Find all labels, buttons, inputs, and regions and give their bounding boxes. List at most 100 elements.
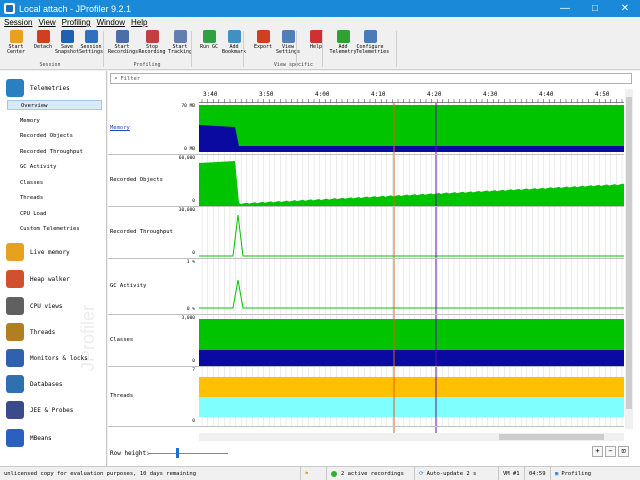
toolbar-button-label: Settings [275,49,301,55]
telemetry-row-classes[interactable]: Classes 3,000 0 [108,315,624,367]
add-telemetry-button[interactable]: Add Telemetry [329,30,357,60]
sidebar-item-cpu-load[interactable]: CPU Load [20,209,47,219]
sidebar-section-label: MBeans [30,434,52,442]
telemetry-row-label: Recorded Throughput [110,229,173,235]
filter-search-icon: ⌕ [114,75,118,82]
telemetry-row-gc-activity[interactable]: GC Activity 1 % 0 % [108,259,624,315]
telemetry-row-recorded-objects[interactable]: Recorded Objects 60,000 0 [108,155,624,207]
horizontal-scrollbar[interactable] [199,433,624,441]
telemetry-plot[interactable] [199,103,624,154]
sidebar-section-label: CPU views [30,302,63,310]
telemetry-row-memory[interactable]: Memory 70 MB 0 MB [108,103,624,155]
sidebar-item-threads[interactable]: Threads [20,193,43,203]
sidebar-item-memory[interactable]: Memory [20,116,40,126]
autoupdate-status[interactable]: ⟳ Auto-update 2 s [414,466,498,480]
row-height-slider[interactable] [148,448,228,458]
toolbar: Start Center Detach Save Snapshot Session Sett… [0,28,640,70]
toolbar-button-label: Recording [138,49,166,55]
row-height-slider-knob[interactable] [176,448,179,458]
time-axis: 3:40 3:50 4:00 4:10 4:20 4:30 4:40 4:50 [199,89,624,103]
toolbar-button-label: Recordings [108,49,139,55]
telemetry-plot[interactable] [199,367,624,426]
telemetry-row-label: Threads [110,393,134,399]
toolbar-button-label: Help [309,44,323,50]
sidebar-item-overview[interactable]: Overview [7,100,102,110]
telemetry-plot[interactable] [199,155,624,206]
zoom-out-button[interactable]: − [605,446,616,457]
menu-window[interactable]: Window [97,18,125,27]
view-settings-button[interactable]: View Settings [274,30,302,60]
sidebar-item-recorded-throughput[interactable]: Recorded Throughput [20,147,83,157]
run-gc-icon [202,30,216,43]
help-button[interactable]: Help [302,30,330,60]
sidebar-section-heap-walker[interactable]: Heap walker [6,268,70,290]
sidebar-section-mbeans[interactable]: MBeans [6,427,52,449]
toolbar-separator [396,31,397,67]
zoom-fit-button[interactable]: ⊡ [618,446,629,457]
sidebar-section-threads[interactable]: Threads [6,321,55,343]
telemetry-plot[interactable] [199,259,624,314]
telemetry-graph [199,155,624,206]
stop-recording-button[interactable]: Stop Recording [138,30,166,60]
threads-runnable-area [199,397,624,417]
toolbar-button-label: Telemetry [329,49,357,55]
minimize-button[interactable]: — [550,0,580,17]
vertical-scrollbar[interactable] [625,89,633,429]
menu-view[interactable]: View [38,18,55,27]
sidebar-item-custom-telemetries[interactable]: Custom Telemetries [20,224,80,234]
sidebar-section-live-memory[interactable]: Live memory [6,241,70,263]
horizontal-scroll-thumb[interactable] [499,434,604,440]
threads-icon [6,323,24,341]
maximize-button[interactable]: □ [580,0,610,17]
profiling-mode-label: Profiling [561,470,592,477]
telemetry-row-recorded-throughput[interactable]: Recorded Throughput 30,000 0 [108,207,624,259]
sidebar-section-label: Live memory [30,248,70,256]
toolbar-separator [322,31,323,67]
menu-help[interactable]: Help [131,18,147,27]
sidebar-section-telemetries[interactable]: Telemetries [6,77,70,99]
telemetry-graph [199,207,624,258]
session-settings-button[interactable]: Session Settings [77,30,105,60]
start-center-button[interactable]: Start Center [2,30,30,60]
export-icon [256,30,270,43]
recording-active-icon [331,470,337,477]
toolbar-group-session: Session [39,62,61,68]
filter-input[interactable]: ⌕ Filter [110,73,632,84]
profiling-mode: ▣ Profiling [550,466,640,480]
elapsed-time: 04:59 [524,466,550,480]
start-recordings-button[interactable]: Start Recordings [108,30,139,60]
recordings-status[interactable]: 2 active recordings [326,466,414,480]
telemetry-row-threads[interactable]: Threads 7 0 [108,367,624,427]
sidebar-section-label: JEE & Probes [30,406,74,414]
toolbar-group-view-specific: View specific [273,62,314,68]
zoom-in-button[interactable]: + [592,446,603,457]
sidebar-item-classes[interactable]: Classes [20,178,43,188]
vertical-scroll-thumb[interactable] [626,97,632,409]
sidebar-section-monitors-locks[interactable]: Monitors & locks [6,347,88,369]
telemetry-graph [199,367,624,426]
telemetry-plot[interactable] [199,207,624,258]
toolbar-separator [243,31,244,67]
row-height-label: Row height: [110,450,150,457]
run-gc-button[interactable]: Run GC [195,30,223,60]
flag-icon[interactable]: ⚑ [305,471,308,477]
y-axis-min-label: 0 [192,199,195,204]
memory-heap-size-area [199,105,624,152]
menu-profiling[interactable]: Profiling [62,18,91,27]
sidebar-section-label: Threads [30,328,56,336]
menu-bar: Session View Profiling Window Help [0,17,640,28]
close-button[interactable]: ✕ [610,0,640,17]
export-button[interactable]: Export [249,30,277,60]
menu-session[interactable]: Session [4,18,32,27]
y-axis-max-label: 3,000 [181,316,195,321]
start-tracking-button[interactable]: Start Tracking [166,30,194,60]
telemetry-plot[interactable] [199,315,624,366]
sidebar-section-jee-probes[interactable]: JEE & Probes [6,399,73,421]
configure-telemetries-button[interactable]: Configure Telemetries [356,30,389,60]
profiling-mode-icon: ▣ [555,470,559,477]
sidebar-section-databases[interactable]: Databases [6,373,63,395]
telemetry-row-label[interactable]: Memory [110,125,130,131]
sidebar-item-gc-activity[interactable]: GC Activity [20,162,56,172]
sidebar-item-recorded-objects[interactable]: Recorded Objects [20,131,73,141]
sidebar-section-cpu-views[interactable]: CPU views [6,295,63,317]
